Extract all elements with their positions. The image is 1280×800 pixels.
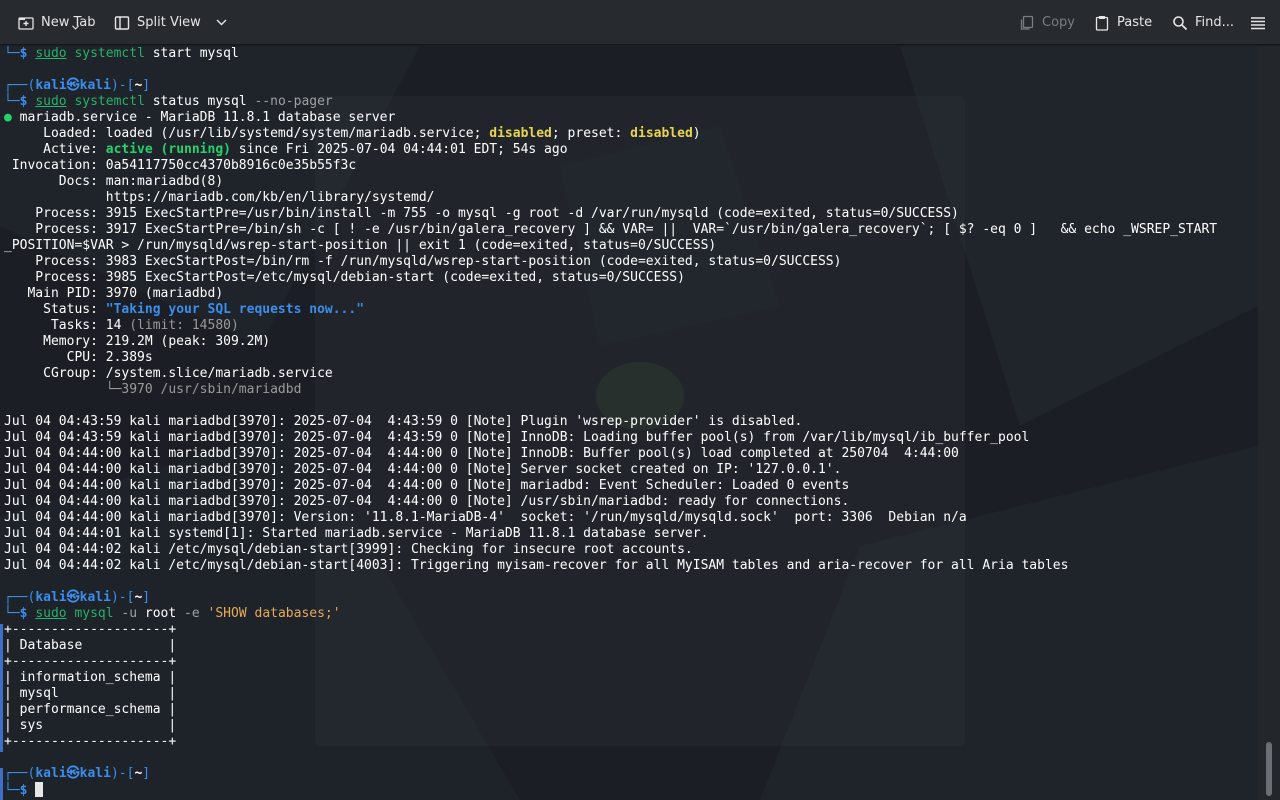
- process-line: Process: 3985 ExecStartPost=/etc/mysql/d…: [4, 270, 685, 285]
- hamburger-menu-button[interactable]: [1244, 7, 1272, 38]
- shell-prompt-line: ┌──(kali㉿kali)-[~]: [4, 590, 151, 605]
- paste-label: Paste: [1117, 15, 1153, 30]
- journal-line: Jul 04 04:44:01 kali systemd[1]: Started…: [4, 526, 709, 541]
- copy-button[interactable]: Copy: [1013, 7, 1081, 38]
- find-label: Find...: [1195, 15, 1235, 30]
- cgroup-line: CGroup: /system.slice/mariadb.service: [4, 366, 333, 381]
- db-table-header: | Database |: [4, 638, 177, 653]
- memory-line: Memory: 219.2M (peak: 309.2M): [4, 334, 271, 349]
- db-table-row: | information_schema |: [4, 670, 177, 685]
- cpu-line: CPU: 2.389s: [4, 350, 153, 365]
- terminal-output[interactable]: └─$ sudo systemctl start mysql ┌──(kali㉿…: [4, 46, 1217, 798]
- invocation-line: Invocation: 0a54117750cc4370b8916c0e35b5…: [4, 158, 357, 173]
- journal-line: Jul 04 04:44:00 kali mariadbd[3970]: 202…: [4, 446, 959, 461]
- paste-icon: [1094, 15, 1110, 31]
- terminal-scrollbar[interactable]: [1258, 46, 1280, 800]
- db-table-border: +--------------------+: [4, 622, 177, 637]
- docs-line: Docs: man:mariadbd(8): [4, 174, 224, 189]
- journal-line: Jul 04 04:44:00 kali mariadbd[3970]: 202…: [4, 478, 850, 493]
- new-tab-label: New Tab: [41, 15, 96, 30]
- journal-line: Jul 04 04:44:02 kali /etc/mysql/debian-s…: [4, 542, 693, 557]
- process-line: Process: 3915 ExecStartPre=/usr/bin/inst…: [4, 206, 959, 221]
- journal-line: Jul 04 04:43:59 kali mariadbd[3970]: 202…: [4, 414, 803, 429]
- copy-label: Copy: [1042, 15, 1075, 30]
- db-table-row: | sys |: [4, 718, 177, 733]
- scrollbar-thumb[interactable]: [1266, 742, 1272, 796]
- new-tab-icon: [18, 15, 34, 31]
- output-selection-marker: [0, 768, 3, 800]
- journal-line: Jul 04 04:44:00 kali mariadbd[3970]: Ver…: [4, 510, 967, 525]
- output-selection-marker: [0, 624, 3, 752]
- terminal-line: └─$ sudo systemctl status mysql --no-pag…: [4, 94, 333, 109]
- shell-prompt-line: ┌──(kali㉿kali)-[~]: [4, 78, 151, 93]
- text-cursor: [35, 782, 44, 797]
- journal-line: Jul 04 04:44:00 kali mariadbd[3970]: 202…: [4, 462, 842, 477]
- terminal-area[interactable]: └─$ sudo systemctl start mysql ┌──(kali㉿…: [0, 46, 1258, 800]
- process-line: Process: 3917 ExecStartPre=/bin/sh -c [ …: [4, 222, 1218, 237]
- copy-icon: [1019, 15, 1035, 31]
- split-view-label: Split View: [137, 15, 201, 30]
- process-line-wrap: _POSITION=$VAR > /run/mysqld/wsrep-start…: [4, 238, 717, 253]
- main-pid-line: Main PID: 3970 (mariadbd): [4, 286, 224, 301]
- split-view-icon: [114, 15, 130, 31]
- db-table-border: +--------------------+: [4, 734, 177, 749]
- loaded-line: Loaded: loaded (/usr/lib/systemd/system/…: [4, 126, 701, 141]
- service-title-line: ● mariadb.service - MariaDB 11.8.1 datab…: [4, 110, 396, 125]
- find-button[interactable]: Find...: [1166, 7, 1240, 38]
- new-tab-menu-chevron-icon[interactable]: [72, 19, 79, 34]
- paste-button[interactable]: Paste: [1088, 7, 1158, 38]
- active-line: Active: active (running) since Fri 2025-…: [4, 142, 568, 157]
- active-prompt-line[interactable]: └─$: [4, 782, 1217, 798]
- journal-line: Jul 04 04:44:02 kali /etc/mysql/debian-s…: [4, 558, 1069, 573]
- journal-line: Jul 04 04:43:59 kali mariadbd[3970]: 202…: [4, 430, 1030, 445]
- tasks-line: Tasks: 14 (limit: 14580): [4, 318, 239, 333]
- status-message-line: Status: "Taking your SQL requests now...…: [4, 302, 365, 317]
- search-icon: [1172, 15, 1188, 31]
- chevron-down-icon[interactable]: [216, 19, 227, 26]
- db-table-row: | mysql |: [4, 686, 177, 701]
- journal-line: Jul 04 04:44:00 kali mariadbd[3970]: 202…: [4, 494, 850, 509]
- db-table-row: | performance_schema |: [4, 702, 177, 717]
- db-table-border: +--------------------+: [4, 654, 177, 669]
- hamburger-menu-icon: [1250, 16, 1266, 30]
- cgroup-child-line: └─3970 /usr/sbin/mariadbd: [4, 382, 302, 397]
- docs-url-line: https://mariadb.com/kb/en/library/system…: [4, 190, 435, 205]
- terminal-line: └─$ sudo mysql -u root -e 'SHOW database…: [4, 606, 341, 621]
- process-line: Process: 3983 ExecStartPost=/bin/rm -f /…: [4, 254, 842, 269]
- shell-prompt-line: ┌──(kali㉿kali)-[~]: [4, 766, 151, 781]
- terminal-line: └─$ sudo systemctl start mysql: [4, 46, 239, 61]
- new-tab-button[interactable]: New Tab: [12, 7, 102, 38]
- status-dot-icon: ●: [4, 110, 12, 125]
- terminal-toolbar: New Tab Split View Copy Paste Find...: [0, 0, 1280, 45]
- split-view-button[interactable]: Split View: [108, 7, 233, 38]
